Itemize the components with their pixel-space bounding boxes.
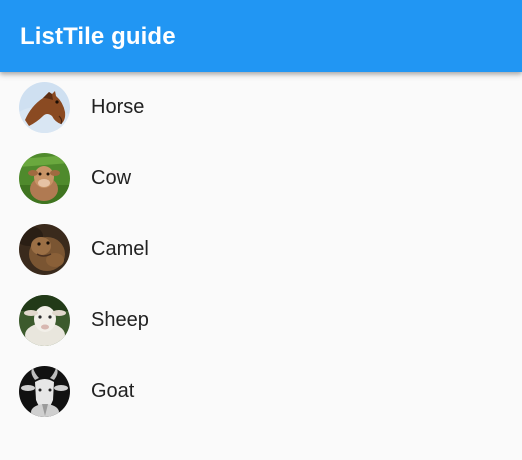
list-tile-horse[interactable]: Horse [0,72,522,143]
sheep-avatar [19,295,70,346]
animal-list: Horse Cow Camel Sheep Goat [0,72,522,427]
app-bar-title: ListTile guide [20,23,176,50]
tile-label: Goat [91,380,135,402]
tile-label: Camel [91,238,149,260]
list-tile-sheep[interactable]: Sheep [0,285,522,356]
list-tile-cow[interactable]: Cow [0,143,522,214]
list-tile-camel[interactable]: Camel [0,214,522,285]
tile-label: Cow [91,167,132,189]
cow-avatar [19,153,70,204]
camel-avatar [19,224,70,275]
list-tile-goat[interactable]: Goat [0,356,522,427]
tile-label: Sheep [91,309,149,331]
horse-avatar [19,82,70,133]
app-bar: ListTile guide [0,0,522,72]
tile-label: Horse [91,96,145,118]
goat-avatar [19,366,70,417]
